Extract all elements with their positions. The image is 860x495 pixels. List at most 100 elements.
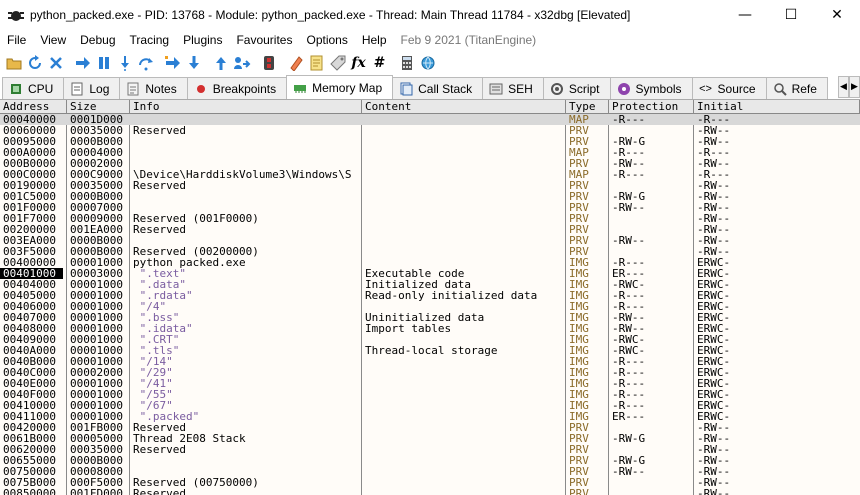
- run-to-user-icon[interactable]: [211, 54, 230, 73]
- restart-icon[interactable]: [25, 54, 44, 73]
- menu-file[interactable]: File: [0, 30, 33, 50]
- table-row[interactable]: 00095000 0000B000 PRV -RW-G -RW--: [0, 136, 860, 147]
- tab-seh[interactable]: SEH: [482, 77, 544, 99]
- table-row[interactable]: 00750000 00008000 PRV -RW-- -RW--: [0, 466, 860, 477]
- cell-address: 00750000: [3, 466, 56, 477]
- cell-size: 00004000: [70, 147, 123, 158]
- column-header-size[interactable]: Size: [67, 100, 130, 114]
- function-icon[interactable]: fx: [349, 54, 368, 73]
- tab-notes[interactable]: Notes: [119, 77, 188, 99]
- cell-info: ".tls": [133, 345, 180, 356]
- cell-content: [362, 125, 565, 136]
- column-header-initial[interactable]: Initial: [694, 100, 860, 114]
- table-row[interactable]: 0040F000 00001000 "/55" IMG -R--- ERWC-: [0, 389, 860, 400]
- table-row[interactable]: 00060000 00035000 Reserved PRV -RW--: [0, 125, 860, 136]
- table-row[interactable]: 001F0000 00007000 PRV -RW-- -RW--: [0, 202, 860, 213]
- cell-address: 00420000: [3, 422, 56, 433]
- table-row[interactable]: 00411000 00001000 ".packed" IMG ER--- ERWC-: [0, 411, 860, 422]
- tab-source[interactable]: <> Source: [691, 77, 767, 99]
- trace-over-icon[interactable]: [184, 54, 203, 73]
- menu-debug[interactable]: Debug: [73, 30, 122, 50]
- table-row[interactable]: 00401000 00003000 ".text" Executable code I…: [0, 268, 860, 279]
- table-row[interactable]: 00404000 00001000 ".data" Initialized data…: [0, 279, 860, 290]
- table-row[interactable]: 0075B000 000F5000 Reserved (00750000) PRV -R…: [0, 477, 860, 488]
- table-row[interactable]: 00400000 00001000 python_packed.exe IMG -R--…: [0, 257, 860, 268]
- comment-icon[interactable]: [307, 54, 326, 73]
- globe-icon[interactable]: [418, 54, 437, 73]
- tab-breakpoints[interactable]: Breakpoints: [186, 77, 288, 99]
- run-icon[interactable]: [73, 54, 92, 73]
- table-row[interactable]: 00420000 001FB000 Reserved PRV -RW--: [0, 422, 860, 433]
- table-row[interactable]: 00620000 00035000 Reserved PRV -RW--: [0, 444, 860, 455]
- tab-label: Notes: [145, 81, 177, 96]
- table-row[interactable]: 003EA000 0000B000 PRV -RW-- -RW--: [0, 235, 860, 246]
- tab-memory-map[interactable]: Memory Map: [286, 75, 394, 99]
- table-row[interactable]: 000A0000 00004000 MAP -R--- -R---: [0, 147, 860, 158]
- tab-scroll-left-icon[interactable]: ◀: [838, 76, 849, 98]
- maximize-button[interactable]: ☐: [768, 0, 814, 30]
- menu-view[interactable]: View: [33, 30, 73, 50]
- table-row[interactable]: 00850000 001FD000 Reserved PRV -RW--: [0, 488, 860, 495]
- table-row[interactable]: 00190000 00035000 Reserved PRV -RW--: [0, 180, 860, 191]
- trace-into-icon[interactable]: [163, 54, 182, 73]
- menu-options[interactable]: Options: [299, 30, 354, 50]
- table-row[interactable]: 00410000 00001000 "/67" IMG -R--- ERWC-: [0, 400, 860, 411]
- table-row[interactable]: 00409000 00001000 ".CRT" IMG -RWC- ERWC-: [0, 334, 860, 345]
- tab-script[interactable]: Script: [542, 77, 611, 99]
- tab-log[interactable]: Log: [63, 77, 121, 99]
- table-row[interactable]: 003F5000 0000B000 Reserved (00200000) PRV -R…: [0, 246, 860, 257]
- column-header-info[interactable]: Info: [130, 100, 362, 114]
- tab-call-stack[interactable]: Call Stack: [392, 77, 484, 99]
- open-icon[interactable]: [4, 54, 23, 73]
- cell-address: 001C5000: [3, 191, 56, 202]
- table-row[interactable]: 00040000 0001D000 MAP -R--- -R---: [0, 114, 860, 125]
- column-header-protection[interactable]: Protection: [609, 100, 694, 114]
- menu-favourites[interactable]: Favourites: [229, 30, 299, 50]
- table-row[interactable]: 0061B000 00005000 Thread 2E08 Stack PRV -RW-…: [0, 433, 860, 444]
- pause-icon[interactable]: [94, 54, 113, 73]
- table-row[interactable]: 00405000 00001000 ".rdata" Read-only initi…: [0, 290, 860, 301]
- table-row[interactable]: 000C0000 000C9000 \Device\HarddiskVolume3\…: [0, 169, 860, 180]
- menu-plugins[interactable]: Plugins: [176, 30, 229, 50]
- table-row[interactable]: 00200000 001EA000 Reserved PRV -RW--: [0, 224, 860, 235]
- cell-content: [362, 202, 565, 213]
- tab-cpu[interactable]: CPU: [2, 77, 65, 99]
- table-row[interactable]: 001C5000 0000B000 PRV -RW-G -RW--: [0, 191, 860, 202]
- column-header-type[interactable]: Type: [566, 100, 609, 114]
- tab-symbols[interactable]: Symbols: [609, 77, 693, 99]
- cell-type: PRV: [569, 125, 589, 136]
- tab-label: Script: [568, 81, 600, 96]
- bookmark-icon[interactable]: [286, 54, 305, 73]
- execute-till-return-icon[interactable]: [232, 54, 251, 73]
- column-header-content[interactable]: Content: [362, 100, 566, 114]
- tab-scroll-right-icon[interactable]: ▶: [849, 76, 860, 98]
- step-into-icon[interactable]: [115, 54, 134, 73]
- minimize-button[interactable]: —: [722, 0, 768, 30]
- table-row[interactable]: 00407000 00001000 ".bss" Uninitialized dat…: [0, 312, 860, 323]
- table-row[interactable]: 00408000 00001000 ".idata" Import tables IM…: [0, 323, 860, 334]
- label-icon[interactable]: [328, 54, 347, 73]
- table-row[interactable]: 0040A000 00001000 ".tls" Thread-local stor…: [0, 345, 860, 356]
- cell-protection: -R---: [612, 290, 646, 301]
- close-icon[interactable]: [46, 54, 65, 73]
- table-row[interactable]: 00406000 00001000 "/4" IMG -R--- ERWC-: [0, 301, 860, 312]
- cell-size: 00005000: [70, 433, 123, 444]
- table-row[interactable]: 0040E000 00001000 "/41" IMG -R--- ERWC-: [0, 378, 860, 389]
- table-row[interactable]: 000B0000 00002000 PRV -RW-- -RW--: [0, 158, 860, 169]
- table-row[interactable]: 0040B000 00001000 "/14" IMG -R--- ERWC-: [0, 356, 860, 367]
- cell-protection: [609, 224, 693, 235]
- column-header-address[interactable]: Address: [0, 100, 67, 114]
- cell-type: IMG: [569, 389, 589, 400]
- table-row[interactable]: 0040C000 00002000 "/29" IMG -R--- ERWC-: [0, 367, 860, 378]
- hash-icon[interactable]: #: [370, 54, 389, 73]
- table-row[interactable]: 00655000 0000B000 PRV -RW-G -RW--: [0, 455, 860, 466]
- calculator-icon[interactable]: [397, 54, 416, 73]
- table-row[interactable]: 001F7000 00009000 Reserved (001F0000) PRV -R…: [0, 213, 860, 224]
- close-button[interactable]: ✕: [814, 0, 860, 30]
- menu-tracing[interactable]: Tracing: [123, 30, 177, 50]
- memory-map-table[interactable]: Address Size Info Content Type Protectio…: [0, 100, 860, 495]
- patch-icon[interactable]: [259, 54, 278, 73]
- tab-references[interactable]: Refe: [765, 77, 828, 99]
- step-over-icon[interactable]: [136, 54, 155, 73]
- menu-help[interactable]: Help: [355, 30, 394, 50]
